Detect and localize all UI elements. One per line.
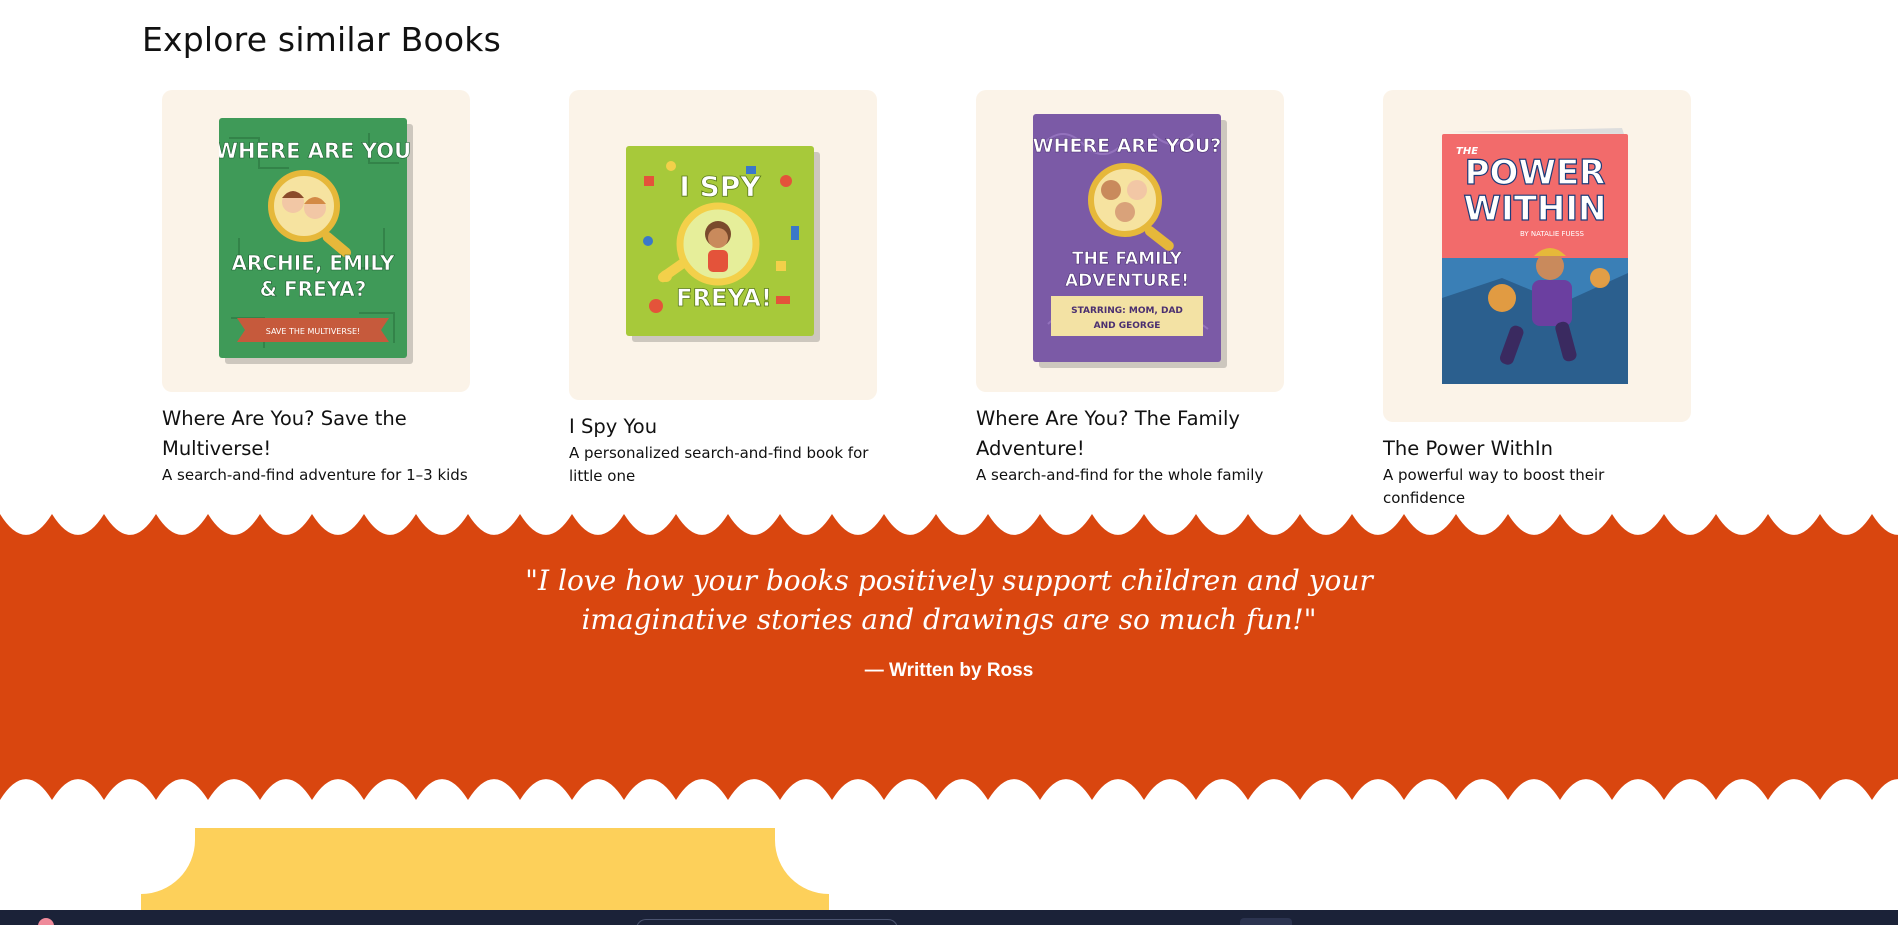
book-cover-thumb[interactable]: WHERE ARE YOU ARCHIE, EMILY & FREYA? SAV…: [162, 90, 470, 392]
app-icon[interactable]: [38, 918, 54, 925]
book-cover-image: WHERE ARE YOU? THE FAMILY ADVENTURE! STA…: [1033, 114, 1227, 368]
book-card-i-spy-you[interactable]: I SPY FREYA! I Spy You A personalized se…: [569, 90, 877, 488]
cover-text-line2: FREYA!: [676, 284, 772, 312]
book-title[interactable]: The Power WithIn: [1383, 434, 1691, 464]
cover-text-line1: POWER: [1465, 153, 1606, 193]
cover-ribbon-text-1: STARRING: MOM, DAD: [1071, 306, 1183, 316]
book-title[interactable]: Where Are You? The Family Adventure!: [976, 404, 1284, 464]
testimonial-quote-text: "I love how your books positively suppor…: [525, 564, 1373, 636]
book-description: A search-and-find adventure for 1–3 kids: [162, 466, 468, 484]
book-title[interactable]: I Spy You: [569, 412, 877, 442]
book-description: A powerful way to boost their confidence: [1383, 466, 1605, 507]
cover-text-line3: & FREYA?: [260, 277, 367, 301]
cover-text-line1: I SPY: [679, 170, 761, 203]
wave-divider-bottom: [0, 779, 1898, 800]
book-cover-thumb[interactable]: WHERE ARE YOU? THE FAMILY ADVENTURE! STA…: [976, 90, 1284, 392]
cover-text-line1: WHERE ARE YOU?: [1033, 135, 1221, 157]
book-card-where-are-you-family[interactable]: WHERE ARE YOU? THE FAMILY ADVENTURE! STA…: [976, 90, 1284, 487]
book-title[interactable]: Where Are You? Save the Multiverse!: [162, 404, 470, 464]
testimonial-band: [0, 514, 1898, 800]
cover-text-line2: THE FAMILY: [1072, 249, 1183, 269]
book-cover-image: I SPY FREYA!: [626, 146, 820, 342]
yellow-ticket-shape: [141, 828, 829, 910]
book-cover-thumb[interactable]: THE POWER WITHIN BY NATALIE FUESS: [1383, 90, 1691, 422]
cover-text-line3: ADVENTURE!: [1065, 271, 1189, 291]
cover-byline: BY NATALIE FUESS: [1520, 230, 1585, 238]
book-card-power-within[interactable]: THE POWER WITHIN BY NATALIE FUESS The Po…: [1383, 90, 1691, 510]
book-card-where-are-you-multiverse[interactable]: WHERE ARE YOU ARCHIE, EMILY & FREYA? SAV…: [162, 90, 470, 487]
cover-text-line2: ARCHIE, EMILY: [231, 251, 395, 275]
section-title: Explore similar Books: [142, 20, 501, 59]
book-description: A personalized search-and-find book for …: [569, 444, 869, 485]
book-cover-image: THE POWER WITHIN BY NATALIE FUESS: [1442, 128, 1628, 384]
cover-text-line2: WITHIN: [1464, 189, 1607, 229]
os-taskbar: [0, 910, 1898, 925]
cover-ribbon-text: SAVE THE MULTIVERSE!: [266, 327, 361, 336]
wave-divider-top: [0, 514, 1898, 535]
book-cover-image: WHERE ARE YOU ARCHIE, EMILY & FREYA? SAV…: [219, 118, 413, 364]
cover-ribbon-text-2: AND GEORGE: [1094, 321, 1161, 331]
book-description: A search-and-find for the whole family: [976, 466, 1264, 484]
testimonial-quote: "I love how your books positively suppor…: [0, 561, 1898, 639]
book-cover-thumb[interactable]: I SPY FREYA!: [569, 90, 877, 400]
cover-text-line1: WHERE ARE YOU: [219, 139, 411, 163]
taskbar-app-button[interactable]: [1240, 918, 1292, 925]
testimonial-author: — Written by Ross: [864, 660, 1034, 681]
taskbar-search-box[interactable]: [636, 919, 898, 925]
